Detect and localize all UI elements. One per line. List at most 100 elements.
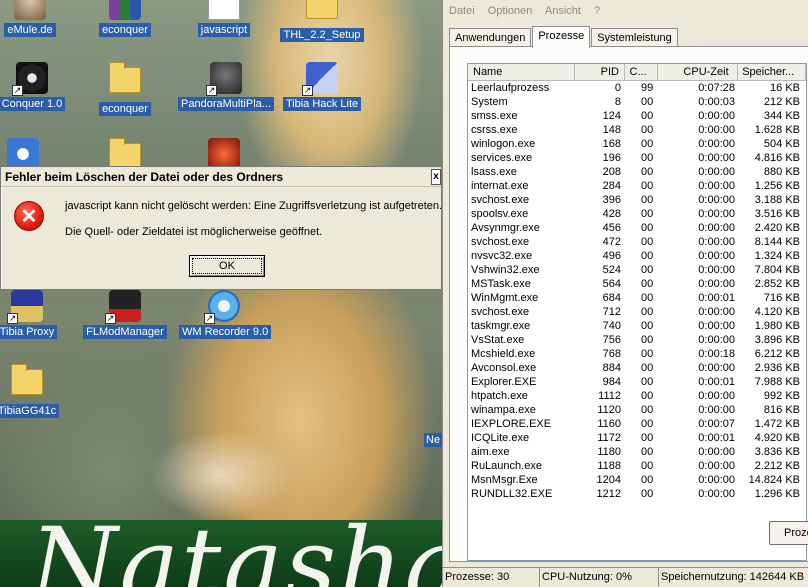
process-cpu-cell: 00: [641, 208, 654, 220]
desktop-icon-label: PandoraMultiPla...: [178, 97, 274, 111]
process-memory-cell: 1.256 KB: [754, 180, 800, 192]
process-cpu-time-cell: 0:00:18: [698, 348, 735, 360]
process-memory-cell: 992 KB: [763, 390, 800, 402]
desktop-icon-tibiagg[interactable]: TibiaGG41c: [0, 364, 72, 418]
column-header-memory[interactable]: Speicher...: [738, 64, 806, 80]
table-row[interactable]: svchost.exe 396 00 0:00:00 3.188 KB: [468, 193, 806, 207]
process-cpu-time-cell: 0:00:00: [698, 320, 735, 332]
process-cpu-time-cell: 0:00:00: [698, 152, 735, 164]
desktop-icon-label-cut[interactable]: Ne: [424, 433, 442, 447]
process-list[interactable]: Name PID C... CPU-Zeit Speicher... Leerl…: [467, 63, 807, 561]
process-name-cell: taskmgr.exe: [471, 320, 531, 332]
process-cpu-time-cell: 0:00:00: [698, 362, 735, 374]
process-pid-cell: 1180: [597, 446, 621, 458]
process-memory-cell: 3.896 KB: [754, 334, 800, 346]
table-row[interactable]: winlogon.exe 168 00 0:00:00 504 KB: [468, 137, 806, 151]
process-pid-cell: 564: [602, 278, 621, 290]
desktop-icon-conquer[interactable]: ↗ Conquer 1.0: [0, 62, 77, 111]
tab-anwendungen[interactable]: Anwendungen: [449, 28, 532, 48]
process-name-cell: winlogon.exe: [471, 138, 536, 150]
table-row[interactable]: Vshwin32.exe 524 00 0:00:00 7.804 KB: [468, 263, 806, 277]
process-cpu-cell: 00: [641, 320, 654, 332]
desktop-icon-econquer-folder[interactable]: econquer: [80, 62, 170, 116]
process-cpu-time-cell: 0:00:00: [698, 264, 735, 276]
menu-ansicht[interactable]: Ansicht: [545, 5, 581, 17]
table-row[interactable]: Mcshield.exe 768 00 0:00:18 6.212 KB: [468, 347, 806, 361]
menu-help[interactable]: ?: [594, 5, 600, 17]
table-row[interactable]: ICQLite.exe 1172 00 0:00:01 4.920 KB: [468, 431, 806, 445]
process-memory-cell: 4.816 KB: [754, 152, 800, 164]
end-process-button[interactable]: Proze: [769, 521, 808, 545]
table-row[interactable]: System 8 00 0:00:03 212 KB: [468, 95, 806, 109]
table-row[interactable]: htpatch.exe 1112 00 0:00:00 992 KB: [468, 389, 806, 403]
process-pid-cell: 740: [602, 320, 621, 332]
process-cpu-time-cell: 0:00:00: [698, 278, 735, 290]
process-cpu-cell: 00: [641, 250, 654, 262]
process-name-cell: Avconsol.exe: [471, 362, 537, 374]
dialog-close-button[interactable]: x: [431, 169, 441, 185]
process-memory-cell: 16 KB: [770, 82, 800, 94]
table-row[interactable]: smss.exe 124 00 0:00:00 344 KB: [468, 109, 806, 123]
desktop-icon-label: TibiaGG41c: [0, 404, 60, 418]
table-row[interactable]: RuLaunch.exe 1188 00 0:00:00 2.212 KB: [468, 459, 806, 473]
menu-optionen[interactable]: Optionen: [488, 5, 533, 17]
table-row[interactable]: nvsvc32.exe 496 00 0:00:00 1.324 KB: [468, 249, 806, 263]
table-row[interactable]: svchost.exe 472 00 0:00:00 8.144 KB: [468, 235, 806, 249]
table-row[interactable]: Explorer.EXE 984 00 0:00:01 7.988 KB: [468, 375, 806, 389]
table-row[interactable]: lsass.exe 208 00 0:00:00 880 KB: [468, 165, 806, 179]
process-name-cell: System: [471, 96, 508, 108]
table-row[interactable]: MsnMsgr.Exe 1204 00 0:00:00 14.824 KB: [468, 473, 806, 487]
table-row[interactable]: winampa.exe 1120 00 0:00:00 816 KB: [468, 403, 806, 417]
process-rows: Leerlaufprozess 0 99 0:07:28 16 KB System 8 00 0…: [468, 81, 806, 501]
desktop-icon-javascript[interactable]: javascript: [179, 0, 269, 37]
process-cpu-cell: 00: [641, 292, 654, 304]
process-cpu-time-cell: 0:00:00: [698, 236, 735, 248]
table-row[interactable]: RUNDLL32.EXE 1212 00 0:00:00 1.296 KB: [468, 487, 806, 501]
process-name-cell: MsnMsgr.Exe: [471, 474, 538, 486]
column-header-pid[interactable]: PID: [575, 64, 625, 80]
process-name-cell: Mcshield.exe: [471, 348, 536, 360]
desktop-icon-label: Tibia Hack Lite: [282, 97, 362, 111]
flmod-icon: ↗: [105, 290, 141, 324]
table-row[interactable]: MSTask.exe 564 00 0:00:00 2.852 KB: [468, 277, 806, 291]
process-pid-cell: 712: [602, 306, 621, 318]
desktop-icon-emule[interactable]: eMule.de: [0, 0, 75, 37]
table-row[interactable]: csrss.exe 148 00 0:00:00 1.628 KB: [468, 123, 806, 137]
table-row[interactable]: services.exe 196 00 0:00:00 4.816 KB: [468, 151, 806, 165]
process-name-cell: svchost.exe: [471, 236, 530, 248]
column-header-name[interactable]: Name: [468, 64, 575, 80]
desktop-icon-pandora[interactable]: ↗ PandoraMultiPla...: [176, 62, 276, 111]
desktop-icon-label: WM Recorder 9.0: [179, 325, 272, 339]
table-row[interactable]: Leerlaufprozess 0 99 0:07:28 16 KB: [468, 81, 806, 95]
table-row[interactable]: spoolsv.exe 428 00 0:00:00 3.516 KB: [468, 207, 806, 221]
tab-prozesse[interactable]: Prozesse: [532, 26, 591, 48]
table-row[interactable]: Avsynmgr.exe 456 00 0:00:00 2.420 KB: [468, 221, 806, 235]
menu-datei[interactable]: Datei: [449, 5, 475, 17]
process-cpu-time-cell: 0:00:03: [698, 96, 735, 108]
desktop-icon-tibia-proxy[interactable]: ↗ Tibia Proxy: [0, 290, 72, 339]
table-row[interactable]: svchost.exe 712 00 0:00:00 4.120 KB: [468, 305, 806, 319]
column-header-cpu-time[interactable]: CPU-Zeit: [658, 64, 739, 80]
dialog-titlebar[interactable]: Fehler beim Löschen der Datei oder des O…: [1, 167, 441, 187]
wallpaper-title-text: Natasha: [30, 506, 442, 587]
process-pid-cell: 1172: [597, 432, 621, 444]
process-pid-cell: 768: [602, 348, 621, 360]
table-row[interactable]: aim.exe 1180 00 0:00:00 3.836 KB: [468, 445, 806, 459]
ok-button[interactable]: OK: [189, 255, 265, 277]
desktop-icon-flmodmanager[interactable]: ↗ FLModManager: [80, 290, 170, 339]
column-header-cpu[interactable]: C...: [625, 64, 659, 80]
process-memory-cell: 1.980 KB: [754, 320, 800, 332]
table-row[interactable]: VsStat.exe 756 00 0:00:00 3.896 KB: [468, 333, 806, 347]
table-row[interactable]: IEXPLORE.EXE 1160 00 0:00:07 1.472 KB: [468, 417, 806, 431]
table-row[interactable]: Avconsol.exe 884 00 0:00:00 2.936 KB: [468, 361, 806, 375]
process-name-cell: RUNDLL32.EXE: [471, 488, 553, 500]
desktop-icon-thl-setup[interactable]: THL_2.2_Setup: [277, 0, 367, 42]
table-row[interactable]: internat.exe 284 00 0:00:00 1.256 KB: [468, 179, 806, 193]
desktop-icon-wm-recorder[interactable]: ↗ WM Recorder 9.0: [179, 290, 272, 339]
table-row[interactable]: WinMgmt.exe 684 00 0:00:01 716 KB: [468, 291, 806, 305]
process-cpu-cell: 00: [641, 124, 654, 136]
table-row[interactable]: taskmgr.exe 740 00 0:00:00 1.980 KB: [468, 319, 806, 333]
desktop-icon-tibia-hack[interactable]: ↗ Tibia Hack Lite: [277, 62, 367, 111]
desktop-icon-econquer-archive[interactable]: econquer: [80, 0, 170, 37]
tab-systemleistung[interactable]: Systemleistung: [591, 28, 678, 48]
